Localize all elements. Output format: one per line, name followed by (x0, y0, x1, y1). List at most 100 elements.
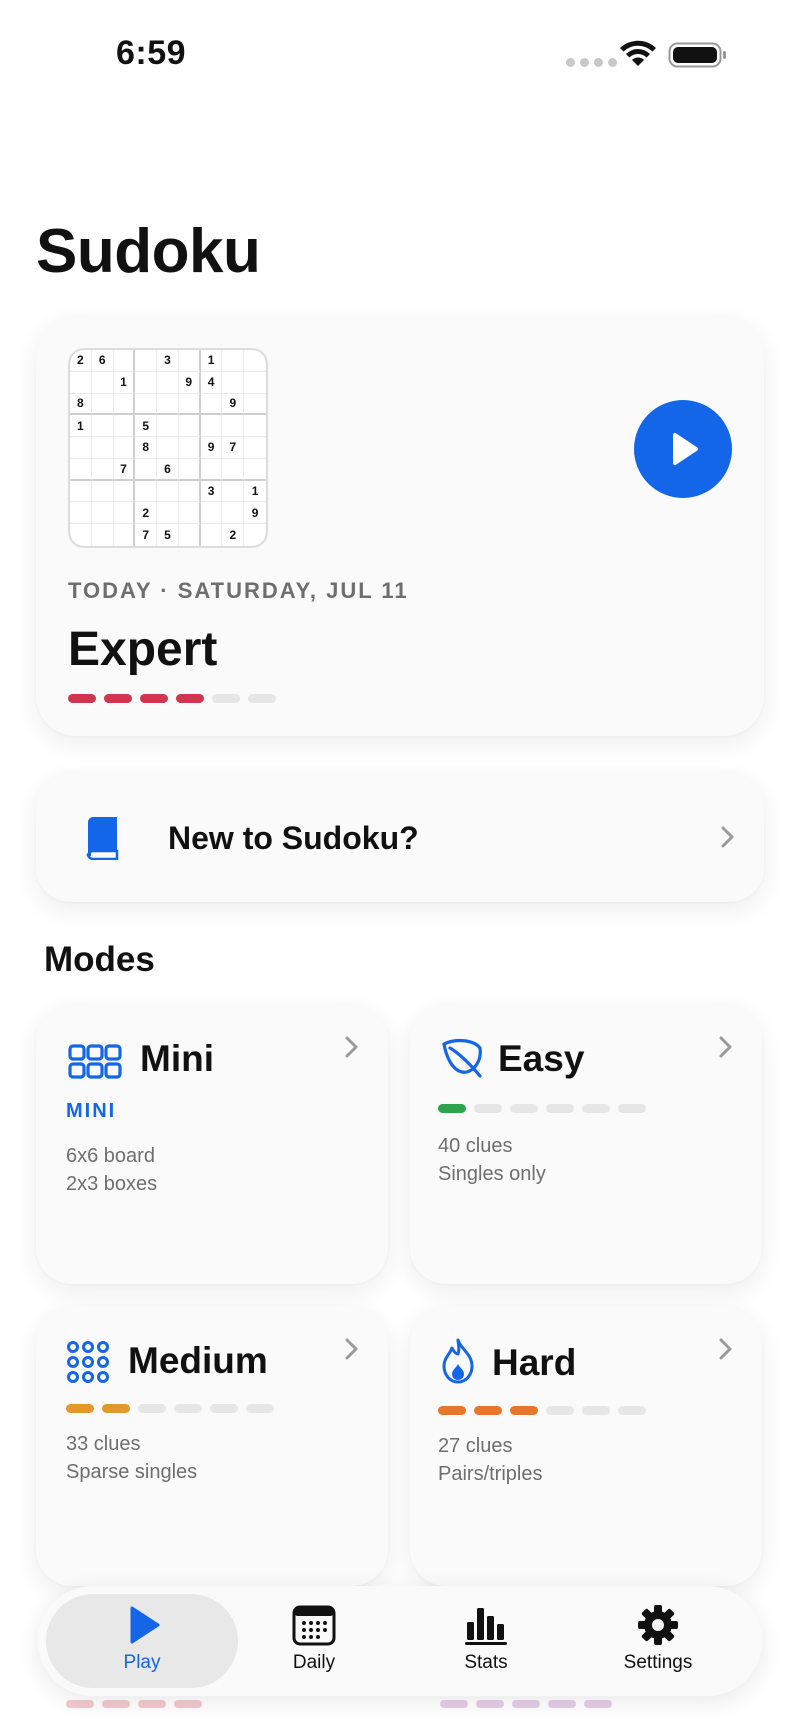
gear-icon (638, 1605, 678, 1645)
play-icon (130, 1606, 160, 1644)
daily-board-preview: 26311948915897763129752 (68, 348, 268, 548)
mode-card-easy[interactable]: Easy 40 clues Singles only (410, 1004, 762, 1284)
tab-stats[interactable]: Stats (406, 1586, 566, 1696)
board-cell (201, 524, 223, 546)
board-cell (135, 371, 158, 394)
mode-detail-line2: 2x3 boxes (66, 1173, 158, 1195)
board-cell: 8 (70, 393, 92, 416)
board-cell (70, 437, 92, 459)
board-cell (200, 458, 223, 481)
new-to-sudoku-row[interactable]: New to Sudoku? (36, 772, 764, 902)
play-daily-button[interactable] (634, 400, 732, 498)
daily-date: TODAY · SATURDAY, JUL 11 (68, 578, 409, 603)
board-cell (135, 393, 158, 416)
board-cell: 1 (244, 481, 266, 503)
board-cell (70, 502, 92, 525)
difficulty-dash-empty (618, 1406, 646, 1415)
difficulty-dash-empty (210, 1404, 238, 1413)
daily-difficulty-title: Expert (68, 623, 218, 676)
board-cell: 2 (70, 350, 92, 372)
board-cell (200, 415, 223, 438)
board-cell (113, 393, 136, 416)
difficulty-dash-empty (618, 1104, 646, 1113)
difficulty-dash-filled (140, 694, 168, 703)
difficulty-dash-filled (438, 1104, 466, 1113)
board-cell (178, 458, 201, 481)
board-cell (135, 350, 158, 372)
board-cell (70, 480, 92, 503)
board-cell (70, 524, 92, 546)
board-cell (157, 480, 179, 503)
difficulty-dash-filled (438, 1406, 466, 1415)
mode-title-medium: Medium (128, 1340, 268, 1381)
mode-title-mini: Mini (140, 1038, 214, 1079)
difficulty-dash-empty (212, 694, 240, 703)
difficulty-indicator (438, 1104, 646, 1113)
status-bar: 6:59 (0, 0, 800, 110)
tab-daily[interactable]: Daily (234, 1586, 394, 1696)
tab-play[interactable]: Play (62, 1586, 222, 1696)
tab-label: Stats (464, 1652, 508, 1673)
chevron-right-icon (345, 1036, 358, 1058)
board-cell (91, 415, 114, 438)
board-cell: 1 (200, 350, 223, 372)
mode-detail-line1: 27 clues (438, 1435, 513, 1457)
difficulty-dash-filled (68, 694, 96, 703)
play-icon (673, 433, 698, 465)
difficulty-dash-empty (546, 1104, 574, 1113)
board-cell (244, 394, 266, 416)
board-cell: 7 (222, 437, 245, 459)
board-cell: 9 (244, 502, 266, 525)
board-cell: 1 (70, 415, 92, 438)
mode-card-hard[interactable]: Hard 27 clues Pairs/triples (410, 1306, 762, 1586)
difficulty-dash-filled (510, 1406, 538, 1415)
board-cell (222, 458, 245, 481)
board-cell (178, 480, 201, 503)
board-cell (113, 480, 136, 503)
difficulty-dash-filled (102, 1404, 130, 1413)
board-cell (114, 524, 136, 546)
board-cell (222, 350, 245, 372)
mode-detail-line1: 40 clues (438, 1135, 513, 1157)
board-cell (244, 372, 266, 394)
mode-title-easy: Easy (498, 1038, 585, 1079)
mode-card-mini[interactable]: Mini MINI 6x6 board 2x3 boxes (36, 1004, 388, 1284)
board-cell (91, 502, 114, 525)
difficulty-indicator (66, 1404, 274, 1413)
board-cell (178, 415, 201, 438)
mode-card-medium[interactable]: Medium 33 clues Sparse singles (36, 1306, 388, 1586)
chevron-right-icon (721, 826, 734, 848)
board-cell: 2 (135, 502, 158, 525)
mode-detail-line1: 33 clues (66, 1433, 141, 1455)
tab-settings[interactable]: Settings (578, 1586, 738, 1696)
board-cell (113, 350, 136, 372)
board-cell: 9 (178, 371, 201, 394)
board-cell (200, 393, 223, 416)
wifi-icon (620, 40, 656, 66)
dots-grid-icon (67, 1341, 109, 1383)
difficulty-dash-empty (138, 1404, 166, 1413)
flame-icon (442, 1338, 474, 1384)
board-cell (157, 437, 179, 459)
leaf-icon (442, 1038, 482, 1078)
board-cell (178, 502, 201, 525)
board-cell: 8 (135, 437, 158, 459)
board-cell (157, 502, 179, 525)
board-cell (222, 415, 245, 438)
difficulty-dash-empty (546, 1406, 574, 1415)
board-cell (244, 415, 266, 438)
chevron-right-icon (719, 1338, 732, 1360)
board-cell: 3 (200, 480, 223, 503)
daily-puzzle-card[interactable]: 26311948915897763129752 TODAY · SATURDAY… (36, 316, 764, 736)
board-cell (113, 415, 136, 438)
board-cell (178, 350, 201, 372)
hidden-card-difficulty (66, 1700, 202, 1708)
board-cell (135, 480, 158, 503)
difficulty-dash-filled (104, 694, 132, 703)
chevron-right-icon (719, 1036, 732, 1058)
board-cell: 4 (200, 371, 223, 394)
mode-detail-line2: Sparse singles (66, 1461, 198, 1483)
board-cell (113, 502, 136, 525)
board-cell (178, 437, 201, 459)
difficulty-dash-empty (582, 1406, 610, 1415)
